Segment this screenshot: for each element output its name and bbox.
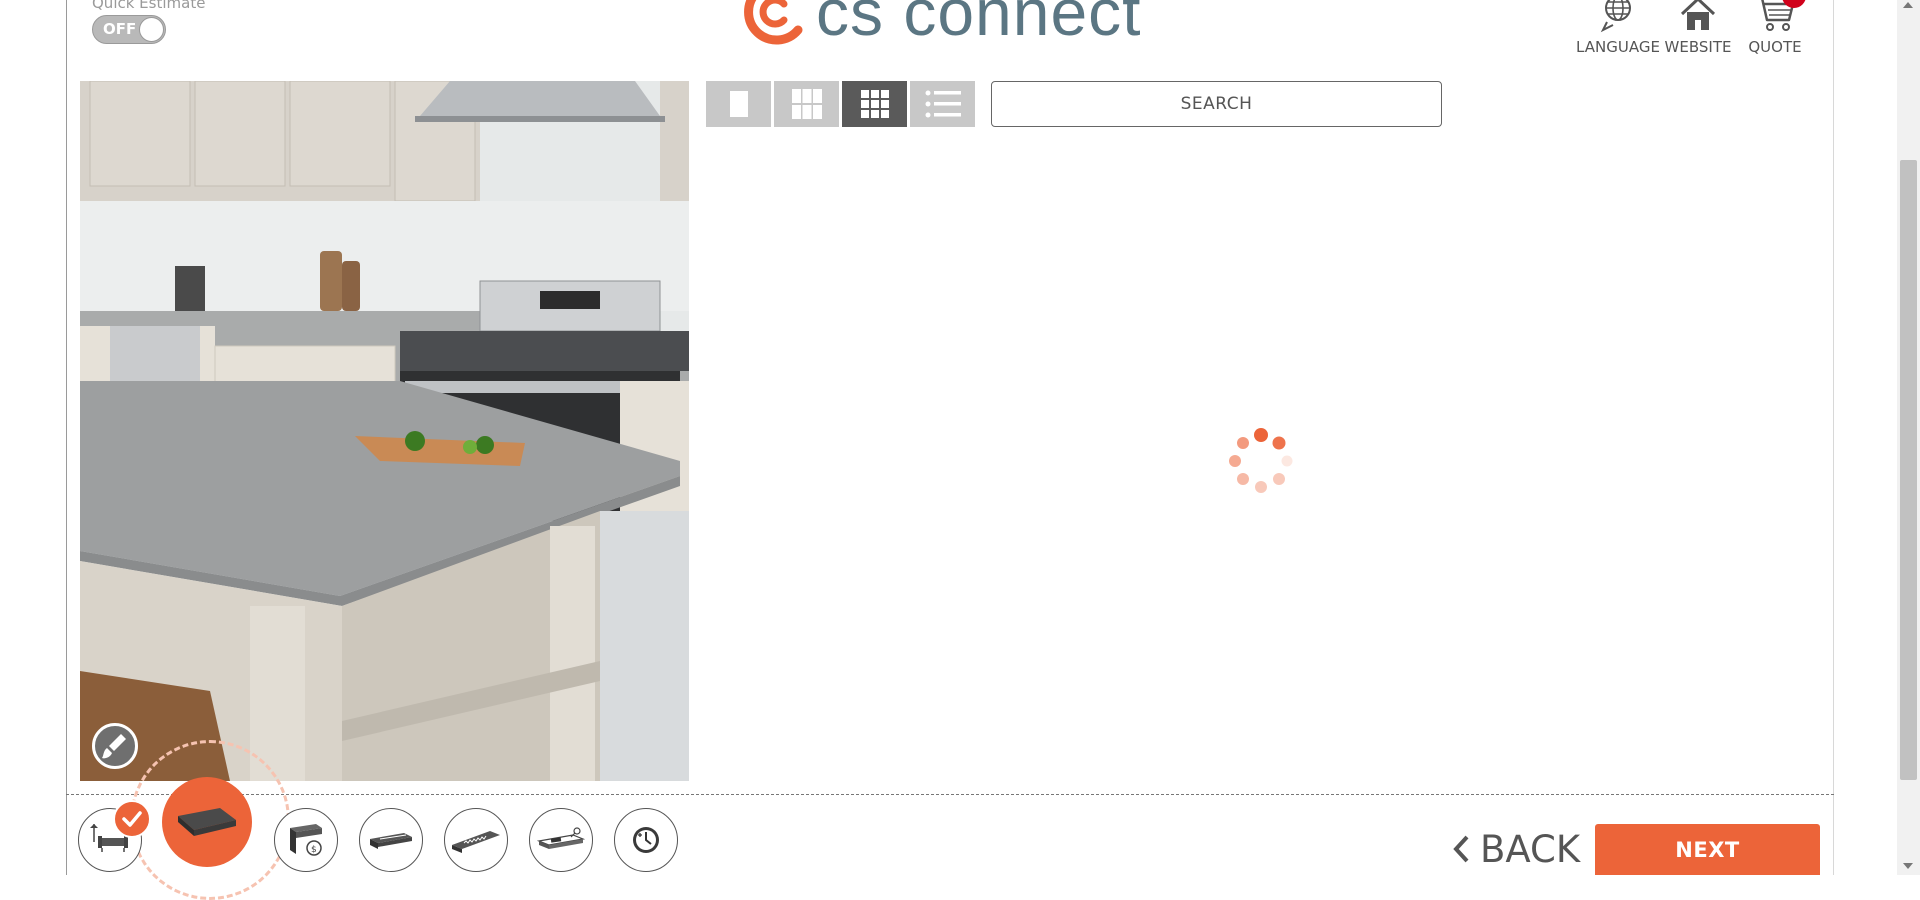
- loading-spinner-icon: [1229, 428, 1293, 493]
- list-view-button[interactable]: [910, 81, 975, 127]
- globe-chat-icon: [1600, 0, 1631, 33]
- back-button[interactable]: BACK: [1452, 826, 1580, 872]
- single-view-icon: [729, 91, 748, 117]
- single-view-button[interactable]: [706, 81, 771, 127]
- chevron-left-icon: [1453, 835, 1469, 863]
- countertop-icon: [178, 808, 236, 836]
- grid-2x2-icon: [791, 89, 822, 119]
- home-icon: [1680, 0, 1716, 30]
- step-countertop[interactable]: [162, 777, 252, 867]
- step-backsplash[interactable]: [359, 808, 423, 872]
- logo-mark-icon: [744, 0, 803, 45]
- kitchen-scene-illustration: [80, 81, 689, 781]
- footer-divider: [66, 794, 1834, 795]
- language-button[interactable]: LANGUAGE: [1576, 0, 1660, 56]
- logo-text: cs connect: [816, 0, 1142, 49]
- back-label: BACK: [1480, 827, 1581, 871]
- scroll-down-arrow-icon[interactable]: [1903, 863, 1913, 869]
- quick-estimate-toggle[interactable]: OFF: [92, 15, 166, 44]
- edge-profile-icon: $: [290, 824, 322, 856]
- step-complete-badge: [113, 800, 151, 838]
- cs-connect-logo[interactable]: cs connect ™: [738, 0, 1153, 52]
- kitchen-preview-image: [80, 81, 689, 781]
- checkmark-icon: [122, 811, 142, 827]
- paint-brush-icon: [102, 734, 126, 759]
- view-mode-group: [706, 81, 978, 127]
- toggle-knob: [139, 17, 164, 42]
- grid-3x3-view-button[interactable]: [842, 81, 907, 127]
- grid-2x2-view-button[interactable]: [774, 81, 839, 127]
- review-clock-icon: [633, 827, 659, 853]
- website-label: WEBSITE: [1664, 38, 1732, 56]
- quick-estimate-state: OFF: [103, 20, 137, 38]
- quote-label: QUOTE: [1748, 38, 1802, 56]
- scroll-up-arrow-icon[interactable]: [1903, 2, 1913, 8]
- backsplash-icon: [370, 833, 412, 849]
- step-review[interactable]: [614, 808, 678, 872]
- svg-text:$: $: [311, 845, 317, 855]
- customize-brush-button[interactable]: [92, 723, 138, 769]
- scrollbar-thumb[interactable]: [1900, 160, 1917, 780]
- step-edge-profile[interactable]: $: [274, 808, 338, 872]
- search-button[interactable]: SEARCH: [991, 81, 1442, 127]
- quick-estimate-label: Quick Estimate: [92, 0, 206, 12]
- page-frame-left: [66, 0, 67, 875]
- website-button[interactable]: WEBSITE: [1662, 0, 1734, 56]
- grid-3x3-icon: [860, 90, 889, 118]
- step-finishing[interactable]: [529, 808, 593, 872]
- page-frame-right: [1833, 0, 1834, 875]
- step-cutouts[interactable]: [444, 808, 508, 872]
- next-button[interactable]: NEXT: [1595, 824, 1820, 875]
- cutouts-icon: [452, 831, 500, 853]
- logo-trademark: ™: [1142, 0, 1153, 5]
- finishing-icon: [536, 827, 586, 849]
- language-label: LANGUAGE: [1576, 38, 1660, 56]
- list-view-icon: [925, 90, 961, 118]
- quote-button[interactable]: QUOTE 2: [1742, 0, 1808, 56]
